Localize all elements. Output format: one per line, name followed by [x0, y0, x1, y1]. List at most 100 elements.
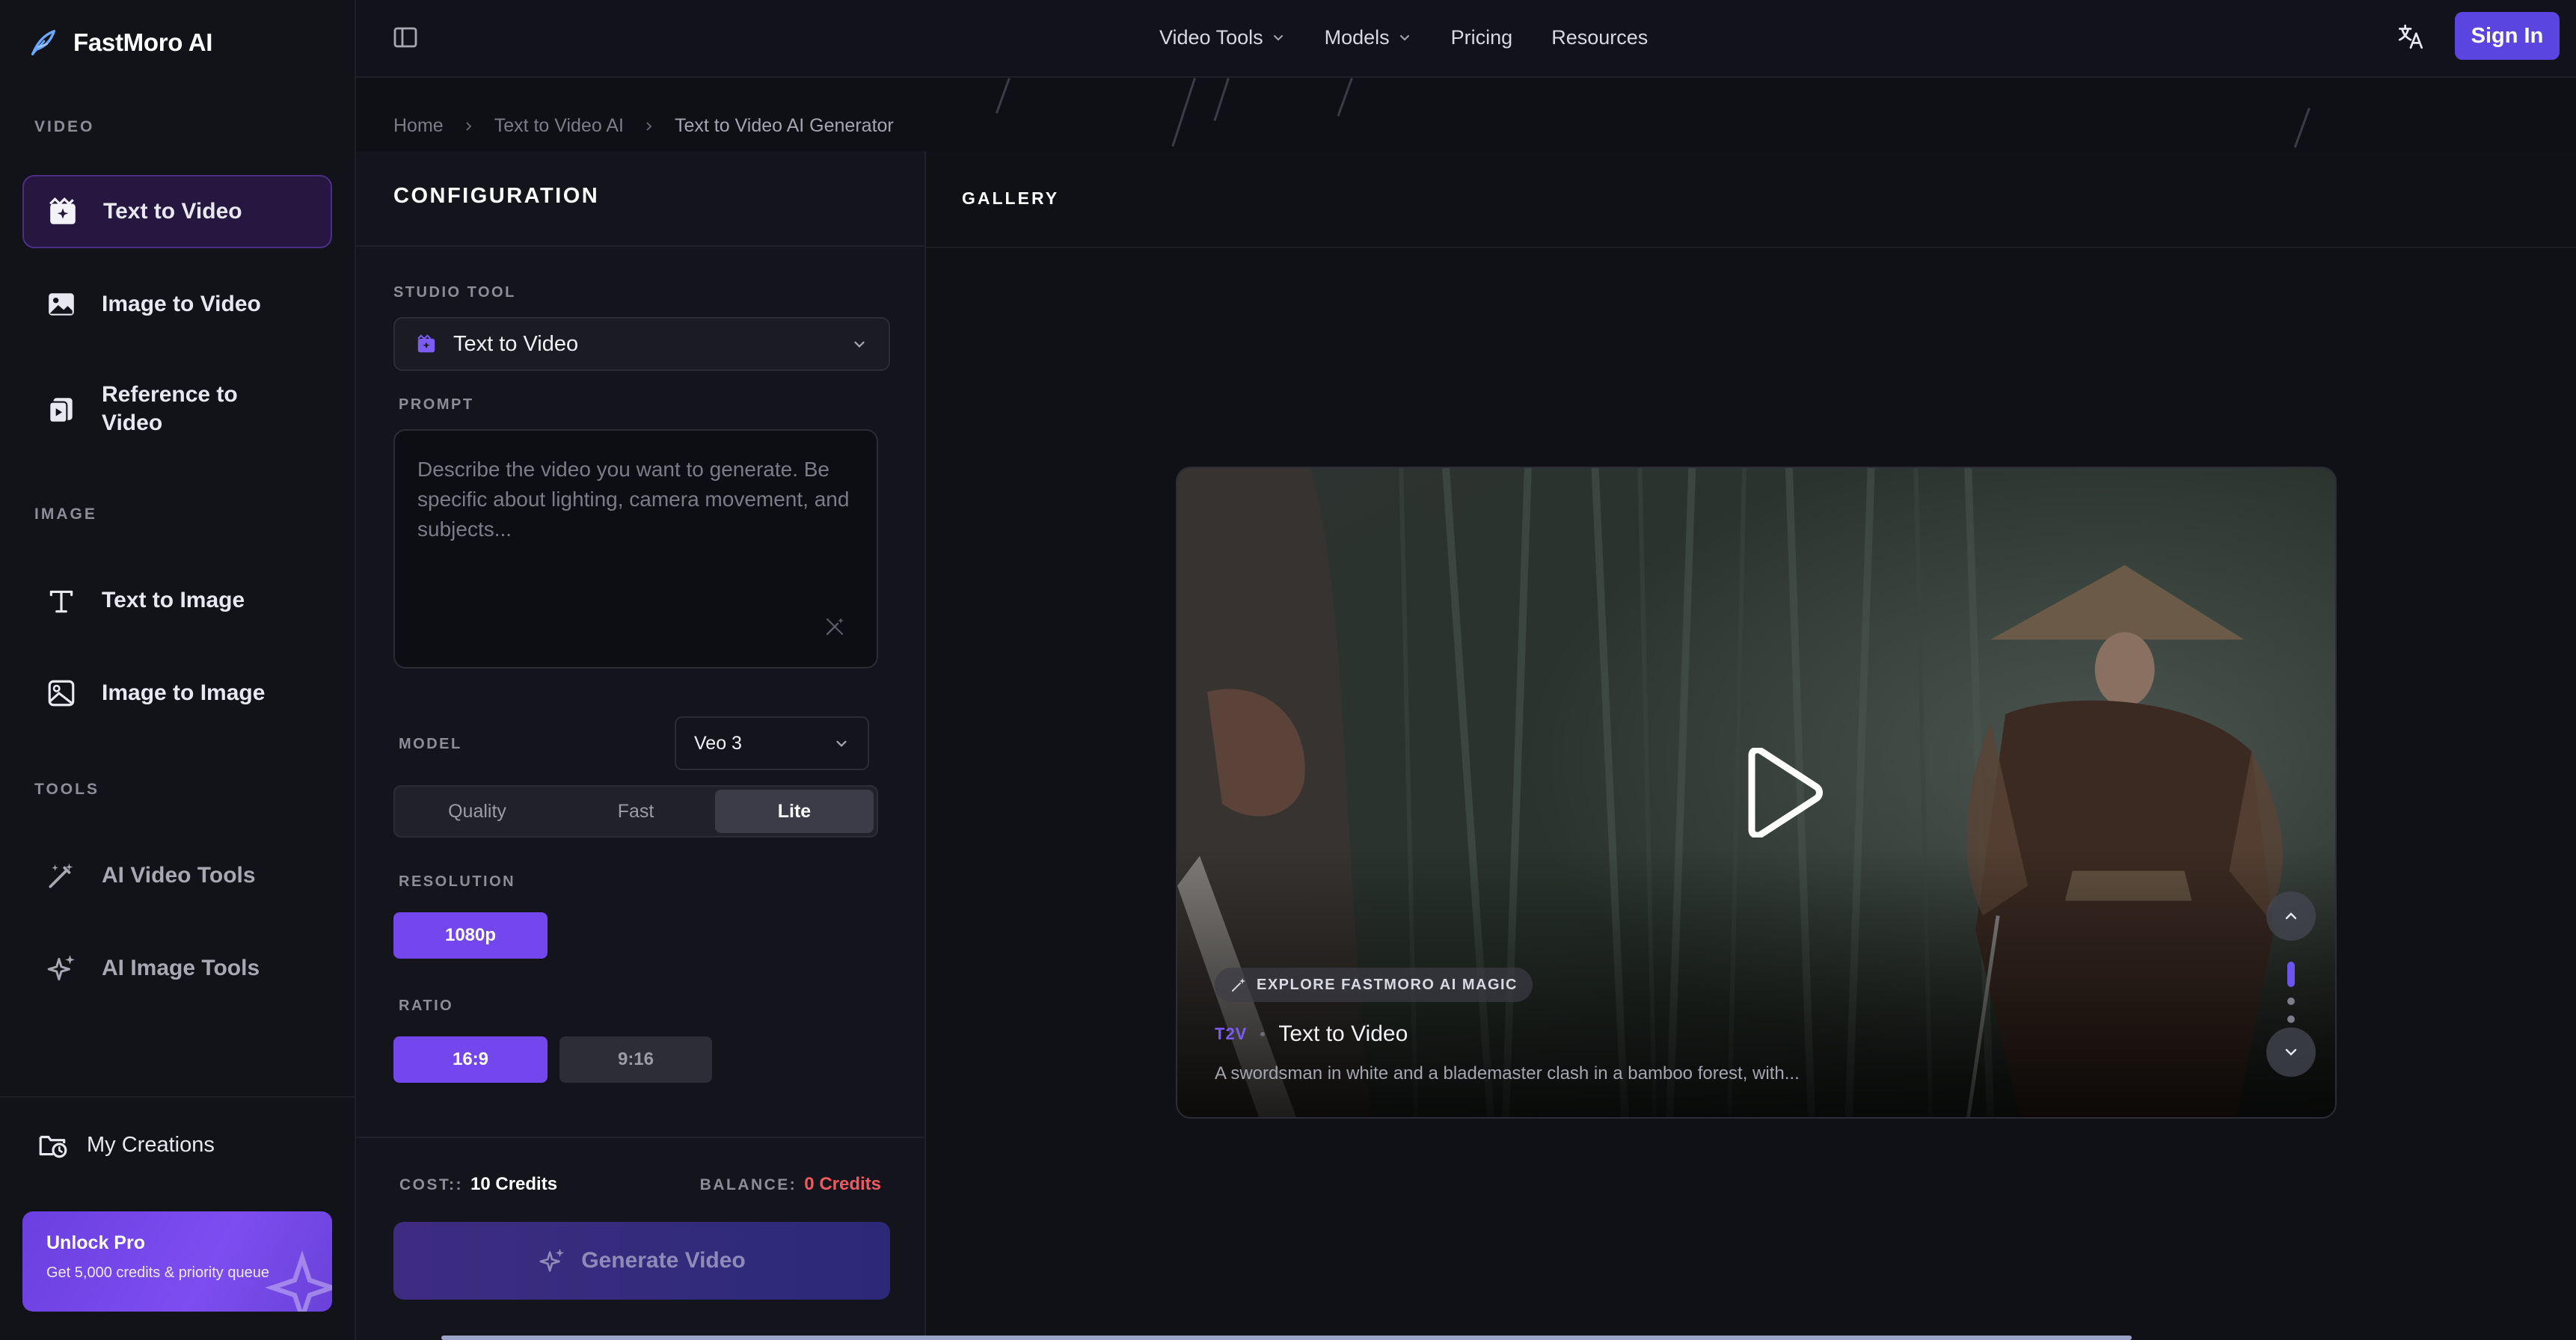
- prompt-label: PROMPT: [399, 396, 474, 413]
- translate-icon[interactable]: [2395, 21, 2426, 52]
- clapperboard-icon: [45, 194, 81, 230]
- configuration-title: CONFIGURATION: [393, 184, 600, 208]
- ratio-16-9[interactable]: 16:9: [393, 1036, 548, 1083]
- sparkles-icon: [43, 950, 79, 986]
- text-type-icon: [43, 583, 79, 618]
- sidebar: FastMoro AI VIDEO Text to Video Image to…: [0, 0, 356, 1340]
- magic-wand-icon[interactable]: [823, 615, 847, 639]
- chevron-down-icon: [2285, 1048, 2297, 1056]
- nav-label: Video Tools: [1159, 25, 1263, 49]
- previous-item-button[interactable]: [2266, 891, 2316, 941]
- decor-streak: [1337, 78, 1353, 117]
- top-bar: Video Tools Models Pricing Resources Sig…: [356, 0, 2576, 78]
- chevron-down-icon: [836, 740, 847, 747]
- sidebar-item-label: Image to Video: [102, 292, 261, 316]
- sidebar-item-label: Image to Image: [102, 680, 266, 705]
- section-label-video: VIDEO: [34, 118, 95, 135]
- sidebar-item-ai-image-tools[interactable]: AI Image Tools: [22, 932, 332, 1005]
- sidebar-item-text-to-video[interactable]: Text to Video: [22, 175, 332, 248]
- video-caption: T2V Text to Video: [1215, 1021, 1408, 1047]
- reference-video-icon: [43, 391, 79, 427]
- resolution-label: RESOLUTION: [399, 873, 516, 890]
- prompt-input[interactable]: [393, 429, 878, 669]
- chevron-down-icon: [1399, 35, 1409, 41]
- video-title: Text to Video: [1278, 1021, 1408, 1046]
- configuration-header: CONFIGURATION: [356, 151, 924, 247]
- sidebar-item-image-to-video[interactable]: Image to Video: [22, 268, 332, 341]
- sidebar-divider: [0, 1096, 356, 1098]
- horizontal-scrollbar[interactable]: [441, 1336, 2132, 1340]
- sidebar-item-image-to-image[interactable]: Image to Image: [22, 657, 332, 730]
- video-description: A swordsman in white and a blademaster c…: [1215, 1063, 1800, 1084]
- nav-pricing[interactable]: Pricing: [1451, 26, 1513, 49]
- chevron-down-icon: [1273, 35, 1283, 41]
- ratio-label: RATIO: [399, 998, 454, 1014]
- sparkles-icon: [265, 1250, 332, 1312]
- sidebar-item-reference-to-video[interactable]: Reference to Video: [22, 371, 332, 447]
- nav-models[interactable]: Models: [1325, 26, 1412, 49]
- decor-streak: [1171, 78, 1196, 147]
- nav-video-tools[interactable]: Video Tools: [1159, 26, 1286, 49]
- video-type-tag: T2V: [1215, 1024, 1248, 1043]
- generate-video-button[interactable]: Generate Video: [393, 1222, 890, 1300]
- cost-readout: COST:: 10 Credits: [399, 1174, 557, 1195]
- gallery-panel: GALLERY EXPLORE FASTMORO AI MAGIC T2V Te…: [926, 151, 2576, 1340]
- studio-tool-label: STUDIO TOOL: [393, 284, 516, 301]
- next-item-button[interactable]: [2266, 1027, 2316, 1077]
- unlock-pro-card[interactable]: Unlock Pro Get 5,000 credits & priority …: [22, 1211, 332, 1312]
- model-label: MODEL: [399, 736, 462, 752]
- balance-value: 0 Credits: [804, 1174, 881, 1194]
- sidebar-item-label: Reference to Video: [102, 382, 238, 435]
- brand-name: FastMoro AI: [73, 28, 213, 56]
- sidebar-item-text-to-image[interactable]: Text to Image: [22, 564, 332, 637]
- image-outline-icon: [43, 675, 79, 711]
- resolution-1080p[interactable]: 1080p: [393, 912, 548, 959]
- sidebar-item-label: AI Image Tools: [102, 956, 260, 980]
- breadcrumb-bar: Home Text to Video AI Text to Video AI G…: [356, 78, 2576, 151]
- studio-tool-select[interactable]: Text to Video: [393, 317, 890, 371]
- decor-streak: [2293, 108, 2310, 148]
- breadcrumb-text-to-video-ai[interactable]: Text to Video AI: [494, 115, 624, 137]
- breadcrumb: Home Text to Video AI Text to Video AI G…: [393, 115, 894, 137]
- studio-tool-value: Text to Video: [453, 331, 579, 356]
- magic-wand-icon: [1232, 978, 1245, 992]
- carousel-dot[interactable]: [2287, 1015, 2295, 1023]
- play-icon[interactable]: [1741, 748, 1824, 838]
- model-select[interactable]: Veo 3: [675, 716, 869, 770]
- video-preview-card[interactable]: EXPLORE FASTMORO AI MAGIC T2V Text to Vi…: [1176, 467, 2337, 1119]
- feather-logo-icon: [31, 29, 56, 56]
- explore-badge: EXPLORE FASTMORO AI MAGIC: [1215, 968, 1533, 1002]
- carousel-dot-active[interactable]: [2287, 962, 2295, 987]
- decor-streak: [1213, 78, 1230, 121]
- nav-resources[interactable]: Resources: [1551, 26, 1648, 49]
- carousel-dot[interactable]: [2287, 998, 2295, 1005]
- mode-quality[interactable]: Quality: [398, 790, 556, 833]
- gallery-title: GALLERY: [962, 188, 1060, 208]
- mode-fast[interactable]: Fast: [556, 790, 715, 833]
- cost-label: COST::: [399, 1176, 463, 1193]
- chevron-right-icon: [466, 121, 471, 131]
- sign-in-button[interactable]: Sign In: [2455, 12, 2560, 60]
- caption-separator: [1260, 1032, 1266, 1036]
- top-nav: Video Tools Models Pricing Resources: [1159, 0, 1687, 75]
- image-icon: [43, 286, 79, 322]
- sidebar-item-label: AI Video Tools: [102, 863, 256, 888]
- balance-label: BALANCE:: [699, 1176, 797, 1193]
- my-creations-link[interactable]: My Creations: [37, 1129, 215, 1161]
- nav-label: Resources: [1551, 25, 1649, 49]
- mode-lite[interactable]: Lite: [715, 790, 874, 833]
- sidebar-item-ai-video-tools[interactable]: AI Video Tools: [22, 839, 332, 912]
- breadcrumb-home[interactable]: Home: [393, 115, 444, 137]
- decor-streak: [995, 78, 1011, 114]
- cost-value: 10 Credits: [470, 1174, 558, 1194]
- cost-divider: [356, 1137, 924, 1138]
- generate-video-label: Generate Video: [581, 1248, 746, 1273]
- ratio-9-16[interactable]: 9:16: [559, 1036, 712, 1083]
- sidebar-toggle-icon[interactable]: [390, 22, 420, 52]
- section-label-tools: TOOLS: [34, 781, 99, 798]
- sidebar-item-label: Text to Image: [102, 588, 245, 612]
- configuration-panel: CONFIGURATION STUDIO TOOL Text to Video …: [356, 151, 926, 1340]
- folder-clock-icon: [39, 1135, 67, 1158]
- chevron-up-icon: [2285, 912, 2297, 920]
- brand-logo[interactable]: FastMoro AI: [25, 22, 212, 63]
